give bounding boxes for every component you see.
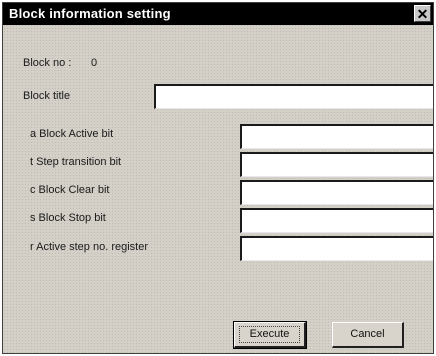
block-no-label: Block no : [23,57,72,69]
window-title: Block information setting [9,6,171,21]
active-step-register-input[interactable] [240,236,433,261]
cancel-button[interactable]: Cancel [332,322,404,348]
block-no-value: 0 [91,57,98,69]
block-clear-bit-label: c Block Clear bit [30,184,110,196]
close-icon[interactable]: ✕ [414,5,431,22]
block-title-label: Block title [23,90,71,102]
step-transition-bit-label: t Step transition bit [30,156,122,168]
block-stop-bit-label: s Block Stop bit [30,212,106,224]
block-stop-bit-input[interactable] [240,208,433,233]
block-active-bit-label: a Block Active bit [30,128,114,140]
step-transition-bit-input[interactable] [240,152,433,177]
cancel-button-label: Cancel [350,328,385,340]
active-step-register-label: r Active step no. register [30,241,148,253]
execute-button-label: Execute [239,326,300,343]
execute-button[interactable]: Execute [233,321,307,349]
title-bar[interactable]: Block information setting ✕ [3,3,433,25]
block-information-dialog: Block information setting ✕ Block no : 0… [2,2,434,354]
block-active-bit-input[interactable] [240,124,433,149]
block-clear-bit-input[interactable] [240,180,433,205]
block-title-input[interactable] [154,84,433,109]
